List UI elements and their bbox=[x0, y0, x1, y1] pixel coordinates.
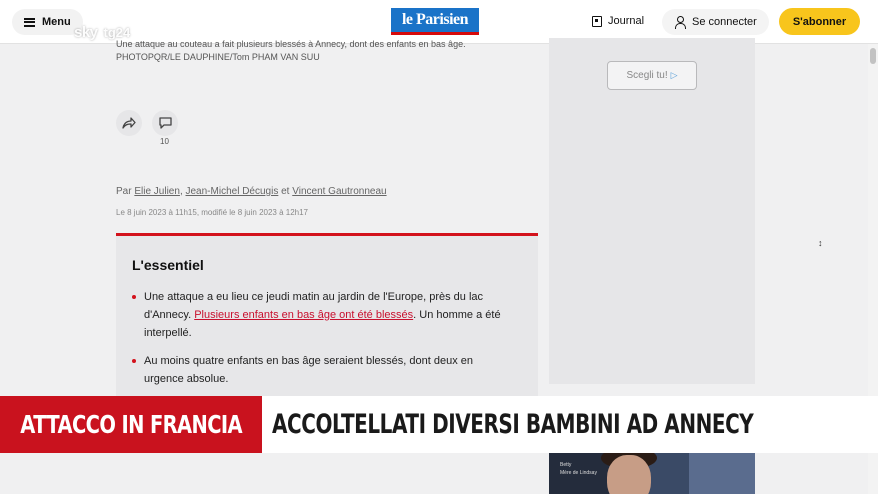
choose-ad-label: Scegli tu! bbox=[626, 70, 668, 81]
byline: Par Elie Julien, Jean-Michel Décugis et … bbox=[116, 186, 387, 197]
thumbnail-caption-role: Mère de Lindsay bbox=[560, 470, 597, 476]
sky-wordmark: sky bbox=[74, 24, 98, 41]
injured-children-link[interactable]: Plusieurs enfants en bas âge ont été ble… bbox=[194, 309, 413, 321]
newspaper-icon bbox=[592, 15, 602, 27]
essentiel-item-2: Au moins quatre enfants en bas âge serai… bbox=[132, 352, 514, 388]
share-arrow-icon bbox=[122, 117, 136, 129]
banner-headline-box: ACCOLTELLATI DIVERSI BAMBINI AD ANNECY bbox=[272, 396, 878, 453]
thumbnail-caption-name: Betty bbox=[560, 462, 572, 468]
login-label: Se connecter bbox=[692, 16, 757, 28]
banner-kicker: ATTACCO IN FRANCIA bbox=[20, 410, 242, 439]
resize-cursor-icon: ↕ bbox=[818, 238, 823, 248]
thumbnail-background-right bbox=[689, 453, 755, 494]
le-parisien-logo[interactable]: le Parisien bbox=[391, 8, 479, 35]
banner-kicker-box: ATTACCO IN FRANCIA bbox=[0, 396, 262, 453]
essentiel-box: L'essentiel Une attaque a eu lieu ce jeu… bbox=[116, 233, 538, 403]
menu-label: Menu bbox=[42, 16, 71, 28]
essentiel-item-1: Une attaque a eu lieu ce jeudi matin au … bbox=[132, 288, 514, 342]
byline-separator: , bbox=[179, 186, 183, 197]
subscribe-button[interactable]: S'abonner bbox=[779, 8, 860, 35]
author-link-1[interactable]: Elie Julien bbox=[134, 186, 180, 197]
journal-link[interactable]: Journal bbox=[592, 15, 644, 27]
login-button[interactable]: Se connecter bbox=[662, 9, 769, 35]
byline-prefix: Par bbox=[116, 186, 132, 197]
journal-label: Journal bbox=[608, 15, 645, 27]
byline-and: et bbox=[281, 186, 290, 197]
comment-bubble-icon bbox=[158, 117, 172, 129]
video-thumbnail[interactable]: Betty Mère de Lindsay bbox=[549, 453, 755, 494]
banner-headline: ACCOLTELLATI DIVERSI BAMBINI AD ANNECY bbox=[272, 409, 754, 440]
brand-name: le Parisien bbox=[401, 11, 469, 28]
choose-ad-button[interactable]: Scegli tu! ▷ bbox=[607, 61, 697, 90]
share-button[interactable] bbox=[116, 110, 142, 136]
user-icon bbox=[674, 16, 686, 29]
hamburger-icon bbox=[24, 17, 35, 27]
scrollbar-thumb[interactable] bbox=[870, 48, 876, 64]
essentiel-title: L'essentiel bbox=[132, 257, 204, 273]
thumbnail-person bbox=[607, 455, 651, 494]
play-icon: ▷ bbox=[670, 70, 678, 80]
subscribe-label: S'abonner bbox=[792, 15, 847, 28]
comments-button[interactable] bbox=[152, 110, 178, 136]
author-link-3[interactable]: Vincent Gautronneau bbox=[292, 186, 386, 197]
photo-caption: Une attaque au couteau a fait plusieurs … bbox=[116, 39, 466, 62]
menu-button[interactable]: Menu bbox=[12, 9, 83, 35]
publish-date: Le 8 juin 2023 à 11h15, modifié le 8 jui… bbox=[116, 208, 309, 217]
news-banner: ATTACCO IN FRANCIA ACCOLTELLATI DIVERSI … bbox=[0, 396, 878, 453]
author-link-2[interactable]: Jean-Michel Décugis bbox=[186, 186, 279, 197]
comment-count: 10 bbox=[160, 137, 169, 146]
